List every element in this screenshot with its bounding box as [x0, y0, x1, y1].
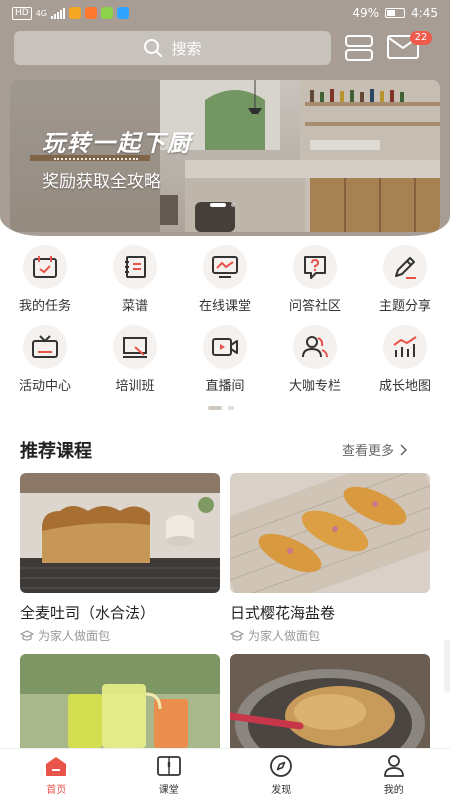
menu-item-label: 我的任务: [18, 299, 71, 314]
app-notification-icon: [101, 7, 113, 19]
course-title: 全麦吐司（水合法）: [20, 604, 156, 622]
menu-item-live-room[interactable]: 直播间: [180, 325, 270, 395]
expert-column-icon: [302, 336, 328, 358]
tab-classroom[interactable]: 课堂: [113, 749, 226, 800]
menu-item-label: 主题分享: [378, 299, 431, 314]
banner-page-indicator: [210, 203, 235, 207]
menu-item-label: 成长地图: [378, 379, 431, 394]
menu-item-growth-map[interactable]: 成长地图: [360, 325, 450, 395]
course-subtitle: 为家人做面包: [38, 629, 111, 643]
floating-side-handle[interactable]: [444, 640, 450, 692]
classroom-book-icon: [156, 755, 181, 776]
tab-label: 我的: [383, 784, 404, 796]
menu-item-label: 菜谱: [121, 299, 148, 314]
battery-percent: 49%: [352, 6, 380, 20]
grid-page-indicator: [208, 406, 234, 410]
graduation-cap-icon: [230, 629, 244, 641]
see-more-link[interactable]: 查看更多: [342, 440, 408, 459]
status-bar: HD 4G 49% 4:45: [0, 0, 450, 26]
course-title: 日式樱花海盐卷: [230, 604, 336, 622]
online-class-icon: [212, 256, 238, 278]
signal-bars-icon: [51, 7, 65, 19]
app-notification-icon: [117, 7, 129, 19]
tab-home[interactable]: 首页: [0, 749, 113, 800]
app-notification-icon: [69, 7, 81, 19]
tab-profile[interactable]: 我的: [338, 749, 450, 800]
menu-item-recipes[interactable]: 菜谱: [90, 245, 180, 315]
see-more-label: 查看更多: [342, 444, 395, 459]
task-calendar-icon: [33, 256, 57, 278]
compass-icon: [270, 754, 293, 777]
course-card[interactable]: [20, 654, 220, 748]
banner-divider: [54, 158, 138, 160]
course-subtitle: 为家人做面包: [248, 629, 321, 643]
search-placeholder: 搜索: [171, 39, 202, 58]
live-camera-icon: [212, 338, 238, 356]
course-card[interactable]: 日式樱花海盐卷 为家人做面包: [230, 473, 430, 644]
menu-item-training-class[interactable]: 培训班: [90, 325, 180, 395]
menu-item-label: 大咖专栏: [288, 379, 341, 394]
pencil-share-icon: [395, 257, 416, 279]
home-icon: [46, 756, 67, 776]
banner-title: 玩转一起下厨: [42, 131, 192, 157]
profile-icon: [383, 754, 404, 777]
qa-community-icon: [304, 256, 326, 279]
clock: 4:45: [411, 6, 438, 20]
search-bar[interactable]: 搜索: [14, 31, 331, 65]
course-card[interactable]: [230, 654, 430, 748]
menu-item-topic-share[interactable]: 主题分享: [360, 245, 450, 315]
menu-item-qa-community[interactable]: 问答社区: [270, 245, 360, 315]
app-notification-icon: [85, 7, 97, 19]
signal-type: 4G: [35, 8, 47, 18]
chevron-right-icon: [400, 443, 408, 456]
tab-label: 发现: [271, 784, 292, 796]
menu-item-activity-center[interactable]: 活动中心: [0, 325, 90, 395]
course-thumbnail: [20, 473, 220, 593]
menu-item-label: 在线课堂: [198, 299, 251, 314]
menu-item-label: 问答社区: [288, 299, 341, 314]
course-thumbnail: [20, 654, 220, 748]
menu-item-online-class[interactable]: 在线课堂: [180, 245, 270, 315]
battery-icon: [385, 8, 406, 18]
menu-item-expert-column[interactable]: 大咖专栏: [270, 325, 360, 395]
training-board-icon: [123, 337, 147, 358]
recipe-book-icon: [125, 256, 146, 278]
menu-item-label: 直播间: [205, 379, 245, 394]
course-thumbnail: [230, 654, 430, 748]
network-type: HD: [12, 6, 32, 20]
growth-chart-icon: [393, 336, 417, 357]
tab-discover[interactable]: 发现: [225, 749, 338, 800]
course-thumbnail: [230, 473, 430, 593]
graduation-cap-icon: [20, 629, 34, 641]
course-card[interactable]: 全麦吐司（水合法） 为家人做面包: [20, 473, 220, 644]
promo-banner[interactable]: 玩转一起下厨 奖励获取全攻略: [10, 80, 440, 232]
menu-item-my-tasks[interactable]: 我的任务: [0, 245, 90, 315]
scan-icon[interactable]: [344, 34, 374, 62]
tab-label: 首页: [46, 784, 67, 796]
bottom-tab-bar: 首页 课堂 发现 我的: [0, 748, 450, 800]
activity-tv-icon: [32, 335, 58, 358]
banner-subtitle: 奖励获取全攻略: [42, 172, 161, 192]
menu-item-label: 培训班: [115, 379, 155, 394]
menu-item-label: 活动中心: [18, 379, 71, 394]
tab-label: 课堂: [158, 784, 179, 796]
search-icon: [144, 39, 163, 57]
section-title: 推荐课程: [20, 441, 92, 462]
message-badge: 22: [410, 31, 432, 45]
